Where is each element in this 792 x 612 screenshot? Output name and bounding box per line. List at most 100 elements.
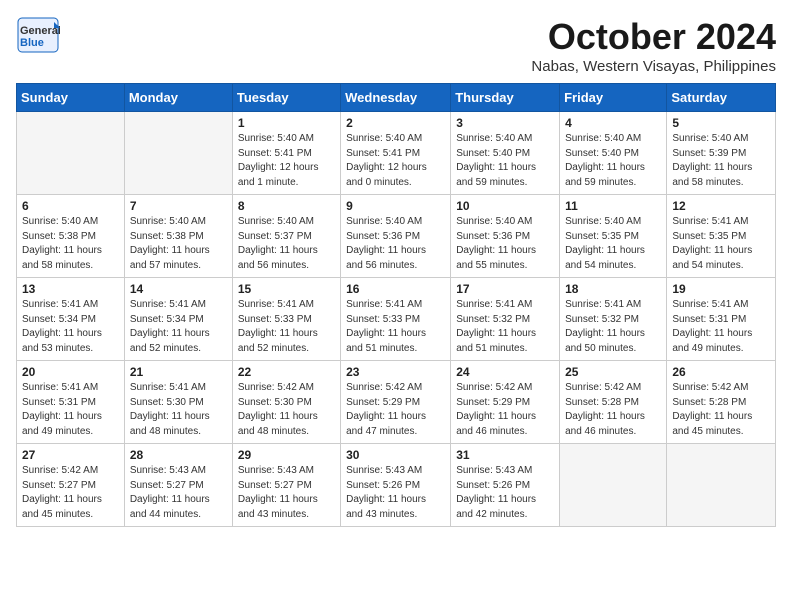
weekday-header-monday: Monday	[124, 84, 232, 112]
day-number: 17	[456, 282, 554, 296]
day-number: 28	[130, 448, 227, 462]
calendar-cell: 31 Sunrise: 5:43 AMSunset: 5:26 PMDayligh…	[451, 444, 560, 527]
day-number: 31	[456, 448, 554, 462]
day-detail: Sunrise: 5:40 AMSunset: 5:39 PMDaylight:…	[672, 132, 770, 190]
day-detail: Sunrise: 5:42 AMSunset: 5:29 PMDaylight:…	[456, 381, 554, 439]
day-detail: Sunrise: 5:40 AMSunset: 5:40 PMDaylight:…	[565, 132, 661, 190]
day-number: 10	[456, 199, 554, 213]
calendar-cell: 29Sunrise: 5:43 AMSunset: 5:27 PMDayligh…	[232, 444, 340, 527]
calendar-cell: 13 Sunrise: 5:41 AMSunset: 5:34 PMDayligh…	[17, 278, 125, 361]
day-number: 13	[22, 282, 119, 296]
weekday-header-sunday: Sunday	[17, 84, 125, 112]
day-number: 5	[672, 116, 770, 130]
day-number: 23	[346, 365, 445, 379]
month-title: October 2024	[531, 16, 776, 58]
day-detail: Sunrise: 5:42 AMSunset: 5:27 PMDaylight:…	[22, 464, 119, 522]
calendar-cell: 9 Sunrise: 5:40 AMSunset: 5:36 PMDaylight…	[341, 195, 451, 278]
weekday-header-saturday: Saturday	[667, 84, 776, 112]
calendar-cell	[124, 112, 232, 195]
day-number: 20	[22, 365, 119, 379]
day-number: 27	[22, 448, 119, 462]
day-detail: Sunrise: 5:40 AMSunset: 5:38 PMDaylight:…	[130, 215, 227, 273]
day-number: 6	[22, 199, 119, 213]
calendar-cell: 4 Sunrise: 5:40 AMSunset: 5:40 PMDaylight…	[560, 112, 667, 195]
day-number: 7	[130, 199, 227, 213]
weekday-header-friday: Friday	[560, 84, 667, 112]
day-detail: Sunrise: 5:41 AMSunset: 5:33 PMDaylight:…	[346, 298, 445, 356]
weekday-header-wednesday: Wednesday	[341, 84, 451, 112]
day-number: 4	[565, 116, 661, 130]
day-detail: Sunrise: 5:41 AMSunset: 5:33 PMDaylight:…	[238, 298, 335, 356]
day-number: 16	[346, 282, 445, 296]
calendar-cell: 24 Sunrise: 5:42 AMSunset: 5:29 PMDayligh…	[451, 361, 560, 444]
calendar-week-row: 1 Sunrise: 5:40 AMSunset: 5:41 PMDaylight…	[17, 112, 776, 195]
weekday-header-thursday: Thursday	[451, 84, 560, 112]
title-block: October 2024 Nabas, Western Visayas, Phi…	[531, 16, 776, 75]
calendar-cell: 18 Sunrise: 5:41 AMSunset: 5:32 PMDayligh…	[560, 278, 667, 361]
location-title: Nabas, Western Visayas, Philippines	[531, 58, 776, 75]
weekday-header-row: SundayMondayTuesdayWednesdayThursdayFrid…	[17, 84, 776, 112]
calendar-table: SundayMondayTuesdayWednesdayThursdayFrid…	[16, 83, 776, 527]
calendar-cell: 22 Sunrise: 5:42 AMSunset: 5:30 PMDayligh…	[232, 361, 340, 444]
day-detail: Sunrise: 5:41 AMSunset: 5:32 PMDaylight:…	[456, 298, 554, 356]
calendar-week-row: 20 Sunrise: 5:41 AMSunset: 5:31 PMDayligh…	[17, 361, 776, 444]
day-detail: Sunrise: 5:42 AMSunset: 5:28 PMDaylight:…	[672, 381, 770, 439]
calendar-cell: 1 Sunrise: 5:40 AMSunset: 5:41 PMDaylight…	[232, 112, 340, 195]
calendar-cell: 19Sunrise: 5:41 AMSunset: 5:31 PMDayligh…	[667, 278, 776, 361]
day-detail: Sunrise: 5:41 AMSunset: 5:31 PMDaylight:…	[672, 298, 770, 356]
day-number: 3	[456, 116, 554, 130]
calendar-cell	[667, 444, 776, 527]
day-detail: Sunrise: 5:43 AMSunset: 5:27 PMDaylight:…	[238, 464, 335, 522]
day-detail: Sunrise: 5:40 AMSunset: 5:36 PMDaylight:…	[346, 215, 445, 273]
day-detail: Sunrise: 5:41 AMSunset: 5:32 PMDaylight:…	[565, 298, 661, 356]
day-number: 24	[456, 365, 554, 379]
calendar-cell: 17 Sunrise: 5:41 AMSunset: 5:32 PMDayligh…	[451, 278, 560, 361]
calendar-cell	[17, 112, 125, 195]
calendar-cell: 12 Sunrise: 5:41 AMSunset: 5:35 PMDayligh…	[667, 195, 776, 278]
day-detail: Sunrise: 5:40 AMSunset: 5:38 PMDaylight:…	[22, 215, 119, 273]
day-detail: Sunrise: 5:42 AMSunset: 5:30 PMDaylight:…	[238, 381, 335, 439]
page-header: General Blue October 2024 Nabas, Western…	[16, 16, 776, 75]
day-number: 8	[238, 199, 335, 213]
day-number: 25	[565, 365, 661, 379]
day-number: 14	[130, 282, 227, 296]
day-number: 22	[238, 365, 335, 379]
logo: General Blue	[16, 16, 60, 54]
logo-icon: General Blue	[16, 16, 60, 54]
day-number: 18	[565, 282, 661, 296]
day-number: 11	[565, 199, 661, 213]
calendar-cell: 7 Sunrise: 5:40 AMSunset: 5:38 PMDaylight…	[124, 195, 232, 278]
calendar-cell: 25Sunrise: 5:42 AMSunset: 5:28 PMDayligh…	[560, 361, 667, 444]
weekday-header-tuesday: Tuesday	[232, 84, 340, 112]
calendar-cell: 8Sunrise: 5:40 AMSunset: 5:37 PMDaylight…	[232, 195, 340, 278]
calendar-cell: 26 Sunrise: 5:42 AMSunset: 5:28 PMDayligh…	[667, 361, 776, 444]
calendar-cell	[560, 444, 667, 527]
day-number: 9	[346, 199, 445, 213]
day-detail: Sunrise: 5:41 AMSunset: 5:31 PMDaylight:…	[22, 381, 119, 439]
calendar-cell: 15Sunrise: 5:41 AMSunset: 5:33 PMDayligh…	[232, 278, 340, 361]
day-detail: Sunrise: 5:41 AMSunset: 5:30 PMDaylight:…	[130, 381, 227, 439]
day-number: 2	[346, 116, 445, 130]
calendar-cell: 11Sunrise: 5:40 AMSunset: 5:35 PMDayligh…	[560, 195, 667, 278]
calendar-cell: 28Sunrise: 5:43 AMSunset: 5:27 PMDayligh…	[124, 444, 232, 527]
day-number: 30	[346, 448, 445, 462]
day-number: 21	[130, 365, 227, 379]
calendar-cell: 16 Sunrise: 5:41 AMSunset: 5:33 PMDayligh…	[341, 278, 451, 361]
day-detail: Sunrise: 5:40 AMSunset: 5:41 PMDaylight:…	[238, 132, 335, 190]
day-number: 12	[672, 199, 770, 213]
day-detail: Sunrise: 5:40 AMSunset: 5:40 PMDaylight:…	[456, 132, 554, 190]
calendar-week-row: 6 Sunrise: 5:40 AMSunset: 5:38 PMDaylight…	[17, 195, 776, 278]
calendar-cell: 10 Sunrise: 5:40 AMSunset: 5:36 PMDayligh…	[451, 195, 560, 278]
day-number: 1	[238, 116, 335, 130]
svg-text:Blue: Blue	[20, 37, 44, 49]
day-detail: Sunrise: 5:41 AMSunset: 5:34 PMDaylight:…	[22, 298, 119, 356]
day-number: 26	[672, 365, 770, 379]
calendar-cell: 6 Sunrise: 5:40 AMSunset: 5:38 PMDaylight…	[17, 195, 125, 278]
calendar-cell: 27 Sunrise: 5:42 AMSunset: 5:27 PMDayligh…	[17, 444, 125, 527]
calendar-cell: 5 Sunrise: 5:40 AMSunset: 5:39 PMDaylight…	[667, 112, 776, 195]
calendar-week-row: 13 Sunrise: 5:41 AMSunset: 5:34 PMDayligh…	[17, 278, 776, 361]
day-detail: Sunrise: 5:40 AMSunset: 5:41 PMDaylight:…	[346, 132, 445, 190]
day-detail: Sunrise: 5:41 AMSunset: 5:35 PMDaylight:…	[672, 215, 770, 273]
day-detail: Sunrise: 5:43 AMSunset: 5:26 PMDaylight:…	[456, 464, 554, 522]
day-detail: Sunrise: 5:40 AMSunset: 5:36 PMDaylight:…	[456, 215, 554, 273]
